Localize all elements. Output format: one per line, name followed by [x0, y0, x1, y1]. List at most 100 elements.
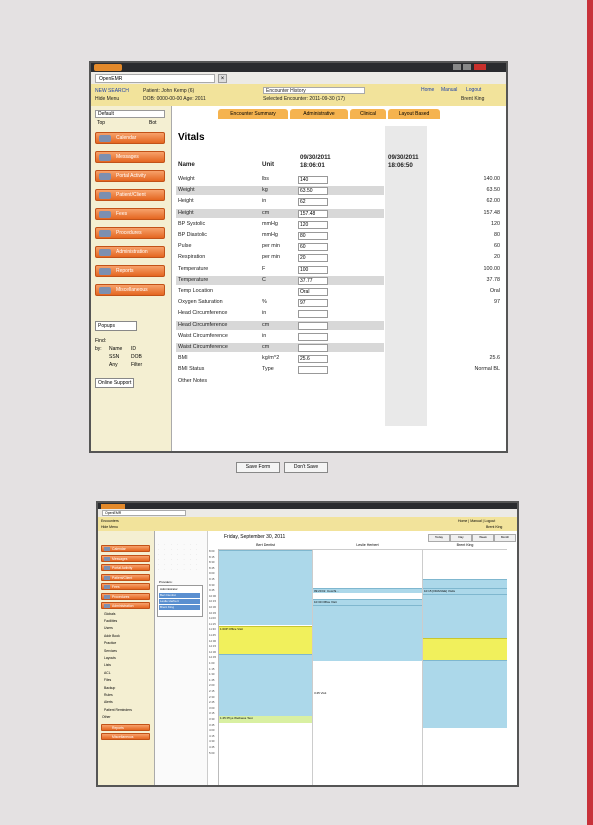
- mini-calendar-day[interactable]: ·: [184, 563, 185, 566]
- nav-reports[interactable]: Reports: [101, 724, 150, 732]
- nav-item[interactable]: Procedures: [101, 592, 150, 600]
- admin-subitem[interactable]: ACL: [104, 671, 111, 675]
- mini-calendar-day[interactable]: ·: [177, 568, 178, 571]
- vital-input[interactable]: 97: [298, 299, 328, 308]
- tab-administrative[interactable]: Administrative: [290, 109, 348, 119]
- appointment-block[interactable]: 1:45 Phys Wellness Test: [219, 716, 312, 723]
- new-tab-button[interactable]: ×: [218, 74, 227, 83]
- tab-encounter-summary[interactable]: Encounter Summary: [218, 109, 288, 119]
- nav-portal-activity[interactable]: Portal Activity: [95, 170, 165, 182]
- maximize-icon[interactable]: [463, 64, 471, 70]
- vital-input[interactable]: [298, 332, 328, 341]
- nav-administration[interactable]: Administration: [95, 246, 165, 258]
- mini-calendar-day[interactable]: ·: [164, 548, 165, 551]
- appointment-block[interactable]: [423, 660, 507, 728]
- mini-calendar-day[interactable]: ·: [184, 548, 185, 551]
- nav-messages[interactable]: Messages: [95, 151, 165, 163]
- mini-calendar-day[interactable]: ·: [190, 563, 191, 566]
- home-link[interactable]: Home: [421, 87, 434, 93]
- other-link[interactable]: Other: [102, 715, 110, 719]
- admin-subitem[interactable]: Facilities: [104, 619, 117, 623]
- admin-subitem[interactable]: Addr Book: [104, 634, 120, 638]
- provider-item[interactable]: Brent King: [159, 605, 200, 610]
- admin-subitem[interactable]: Layouts: [104, 656, 116, 660]
- admin-subitem[interactable]: Backup: [104, 686, 115, 690]
- vital-input[interactable]: Oral: [298, 288, 328, 296]
- dont-save-button[interactable]: Don't Save: [284, 462, 328, 473]
- mini-calendar-day[interactable]: ·: [177, 563, 178, 566]
- vital-input[interactable]: 62: [298, 198, 328, 207]
- providers-list[interactable]: Providers: Administrator Bert Dentist Lesli…: [157, 580, 203, 617]
- encounters-link[interactable]: Encounters: [101, 519, 119, 523]
- mini-calendar-day[interactable]: ·: [177, 553, 178, 556]
- logout-link[interactable]: Logout: [466, 87, 481, 93]
- minimize-icon[interactable]: [453, 64, 461, 70]
- admin-subitem[interactable]: Patient Reminders: [104, 708, 132, 712]
- mini-calendar-day[interactable]: ·: [158, 558, 159, 561]
- vital-input[interactable]: 157.48: [298, 209, 328, 218]
- vital-input[interactable]: [298, 310, 328, 319]
- mini-calendar-day[interactable]: ·: [171, 568, 172, 571]
- calendar-nav-button[interactable]: Day: [450, 534, 472, 542]
- vital-input[interactable]: 120: [298, 220, 328, 229]
- mini-calendar-day[interactable]: ·: [184, 558, 185, 561]
- appointment-block[interactable]: 1:00P Office Visit: [219, 626, 312, 654]
- mini-calendar-day[interactable]: ·: [164, 553, 165, 556]
- mini-calendar-day[interactable]: ·: [171, 543, 172, 546]
- admin-subitem[interactable]: Services: [104, 649, 117, 653]
- tab-layout-based[interactable]: Layout Based: [388, 109, 440, 119]
- mini-calendar-day[interactable]: ·: [158, 553, 159, 556]
- mini-calendar-day[interactable]: ·: [190, 558, 191, 561]
- mini-calendar-day[interactable]: ·: [196, 568, 197, 571]
- calendar-nav-button[interactable]: Today: [428, 534, 450, 542]
- admin-subitem[interactable]: Alerts: [104, 700, 113, 704]
- search-by-id[interactable]: ID: [131, 346, 136, 352]
- browser-tab[interactable]: OpenEMR: [102, 510, 186, 516]
- nav-miscellaneous[interactable]: Miscellaneous: [101, 733, 150, 741]
- hide-menu-link[interactable]: Hide Menu: [95, 96, 119, 102]
- provider-item[interactable]: Bert Dentist: [159, 593, 200, 598]
- bot-checkbox[interactable]: Bot: [149, 120, 157, 126]
- provider-item[interactable]: Leslie Herbert: [159, 599, 200, 604]
- mini-calendar-day[interactable]: ·: [177, 548, 178, 551]
- mini-calendar-day[interactable]: ·: [190, 543, 191, 546]
- appointment-block[interactable]: 09:20 Dr. Cocchi...: [313, 588, 422, 593]
- vital-input[interactable]: 80: [298, 232, 328, 240]
- appointment-block[interactable]: [219, 654, 312, 716]
- search-by-any[interactable]: Any: [109, 362, 118, 368]
- provider-item[interactable]: Administrator: [159, 587, 200, 592]
- vital-input[interactable]: 20: [298, 254, 328, 263]
- online-support-button[interactable]: Online Support: [95, 378, 135, 388]
- vital-input[interactable]: 25.6: [298, 355, 328, 364]
- appointment-block[interactable]: [219, 550, 312, 625]
- manual-link[interactable]: Manual: [441, 87, 457, 93]
- menu-set-select[interactable]: Default: [95, 110, 165, 118]
- nav-reports[interactable]: Reports: [95, 265, 165, 277]
- appointment-block[interactable]: 3:45 Visit: [313, 691, 422, 697]
- mini-calendar-day[interactable]: ·: [164, 543, 165, 546]
- admin-subitem[interactable]: Practice: [104, 641, 116, 645]
- admin-subitem[interactable]: Files: [104, 678, 111, 682]
- mini-calendar[interactable]: · · · · · · · · · · · · · · · · · · · · · · · · · · · · · · · · · · · · · · · ·…: [158, 543, 204, 575]
- mini-calendar-day[interactable]: ·: [164, 568, 165, 571]
- nav-patient-client[interactable]: Patient/Client: [95, 189, 165, 201]
- close-icon[interactable]: [474, 64, 486, 70]
- vital-input[interactable]: [298, 321, 328, 330]
- nav-item[interactable]: Calendar: [101, 545, 150, 552]
- nav-item[interactable]: Messages: [101, 554, 150, 562]
- nav-fees[interactable]: Fees: [95, 208, 165, 220]
- admin-subitem[interactable]: Rules: [104, 693, 113, 697]
- mini-calendar-day[interactable]: ·: [158, 568, 159, 571]
- app-menu-button[interactable]: [94, 64, 122, 71]
- vital-input[interactable]: 63.50: [298, 187, 328, 196]
- mini-calendar-day[interactable]: ·: [184, 543, 185, 546]
- mini-calendar-day[interactable]: ·: [171, 548, 172, 551]
- appointment-block[interactable]: [423, 594, 507, 638]
- mini-calendar-day[interactable]: ·: [184, 568, 185, 571]
- mini-calendar-day[interactable]: ·: [196, 558, 197, 561]
- nav-procedures[interactable]: Procedures: [95, 227, 165, 239]
- mini-calendar-day[interactable]: ·: [171, 553, 172, 556]
- encounter-select[interactable]: Encounter History: [263, 87, 365, 94]
- admin-subitem[interactable]: Users: [104, 626, 113, 630]
- nav-item[interactable]: Patient/Client: [101, 573, 150, 581]
